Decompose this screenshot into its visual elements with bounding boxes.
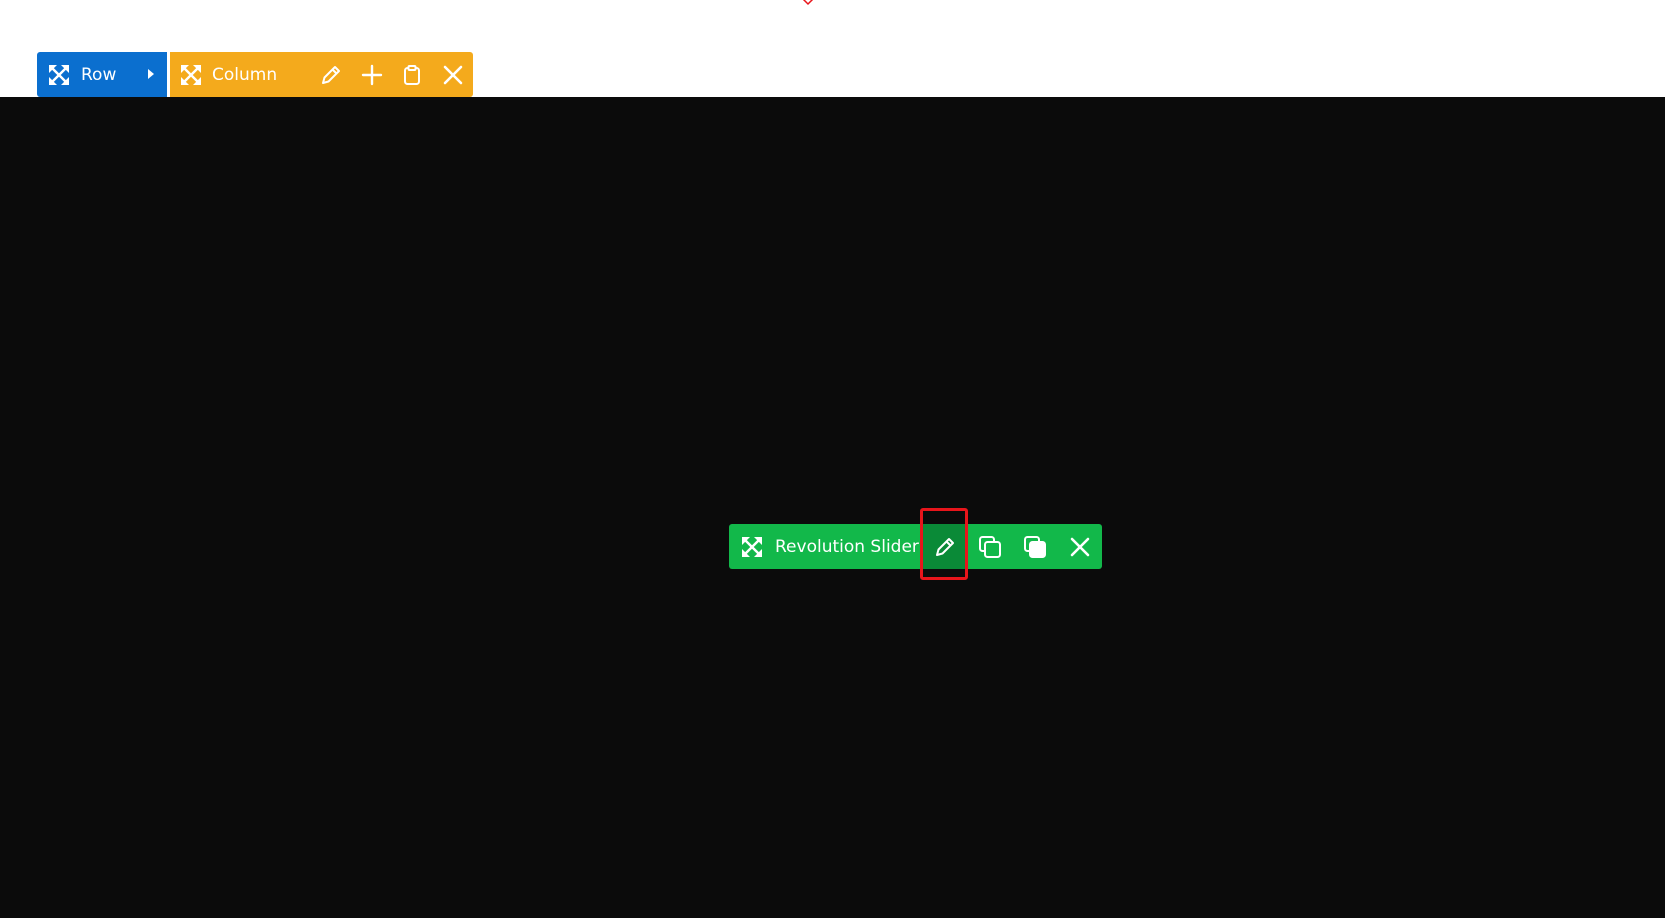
pencil-icon bbox=[935, 537, 954, 556]
row-move-icon[interactable] bbox=[47, 63, 71, 87]
column-move-icon[interactable] bbox=[180, 63, 202, 87]
caret-right-icon[interactable] bbox=[145, 68, 157, 80]
element-copy-button[interactable] bbox=[1012, 524, 1057, 569]
page-builder: Row Column Revolution Slider bbox=[0, 0, 1665, 918]
element-move-icon[interactable] bbox=[740, 535, 764, 559]
column-toolbar: Column bbox=[170, 52, 473, 97]
row-toolbar: Row bbox=[37, 52, 167, 97]
column-label[interactable]: Column bbox=[212, 65, 311, 85]
revolution-slider-stage[interactable] bbox=[0, 97, 1665, 918]
clone-icon bbox=[978, 535, 1001, 558]
copy-icon bbox=[1023, 535, 1046, 558]
close-icon bbox=[1070, 537, 1089, 556]
plus-icon bbox=[361, 64, 382, 85]
column-edit-button[interactable] bbox=[311, 52, 352, 97]
clipboard-icon bbox=[404, 64, 421, 85]
pencil-icon bbox=[322, 65, 341, 84]
column-add-button[interactable] bbox=[352, 52, 393, 97]
heart-marker-icon bbox=[802, 0, 814, 6]
element-toolbar: Revolution Slider bbox=[729, 524, 1102, 569]
element-delete-button[interactable] bbox=[1057, 524, 1102, 569]
close-icon bbox=[443, 65, 463, 84]
column-delete-button[interactable] bbox=[433, 52, 474, 97]
element-clone-button[interactable] bbox=[967, 524, 1012, 569]
row-label[interactable]: Row bbox=[81, 65, 116, 85]
column-paste-button[interactable] bbox=[392, 52, 433, 97]
element-label[interactable]: Revolution Slider bbox=[775, 537, 922, 557]
element-edit-button[interactable] bbox=[922, 524, 967, 569]
